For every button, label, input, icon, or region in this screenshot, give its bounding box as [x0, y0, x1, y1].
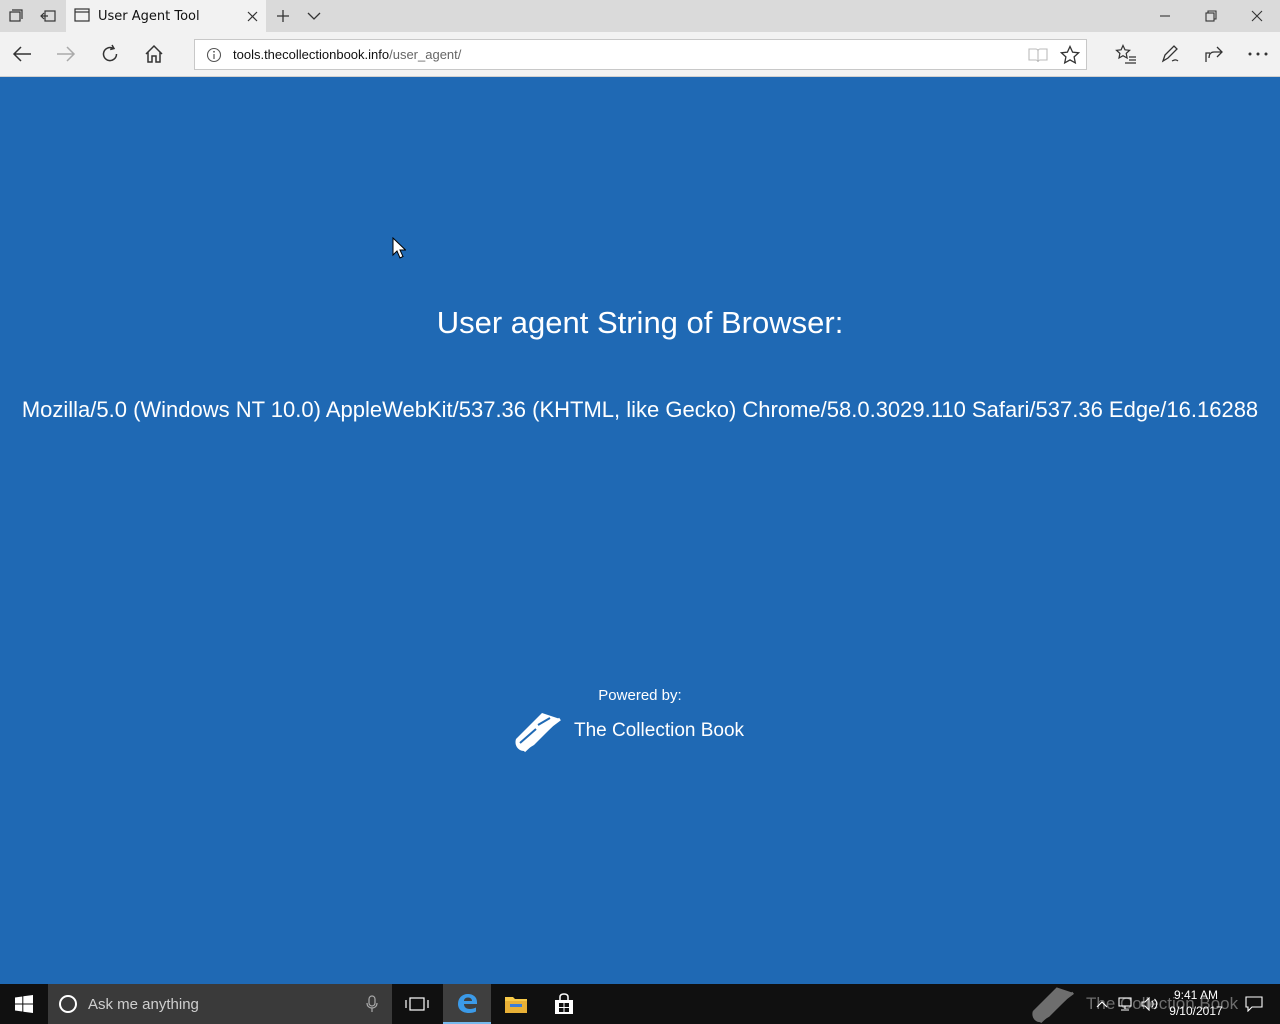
- cortana-circle-icon: [58, 994, 78, 1014]
- edge-icon[interactable]: [443, 984, 491, 1024]
- cortana-search-box[interactable]: Ask me anything: [48, 984, 392, 1024]
- refresh-icon[interactable]: [88, 32, 132, 76]
- set-aside-tabs-icon[interactable]: [32, 0, 64, 32]
- clock-date: 9/10/2017: [1169, 1004, 1223, 1018]
- restore-icon[interactable]: [1188, 0, 1234, 32]
- network-icon[interactable]: [1114, 984, 1136, 1024]
- new-tab-icon[interactable]: [267, 0, 299, 32]
- tab-title: User Agent Tool: [98, 8, 200, 24]
- volume-icon[interactable]: [1138, 984, 1162, 1024]
- task-view-icon[interactable]: [394, 984, 440, 1024]
- file-explorer-icon[interactable]: [492, 984, 540, 1024]
- home-icon[interactable]: [132, 32, 176, 76]
- tab-bar: User Agent Tool: [0, 0, 1280, 32]
- page-content: User agent String of Browser: Mozilla/5.…: [0, 77, 1280, 984]
- tab-preview-chevron-icon[interactable]: [298, 0, 330, 32]
- back-arrow-icon[interactable]: [0, 32, 44, 76]
- url-path: /user_agent/: [389, 47, 462, 62]
- minimize-icon[interactable]: [1142, 0, 1188, 32]
- close-tab-icon[interactable]: [238, 0, 266, 32]
- page-heading: User agent String of Browser:: [436, 305, 844, 340]
- tab-user-agent-tool[interactable]: User Agent Tool: [66, 0, 266, 32]
- url-domain: tools.thecollectionbook.info: [233, 47, 390, 62]
- user-agent-string: Mozilla/5.0 (Windows NT 10.0) AppleWebKi…: [21, 397, 1259, 422]
- brand-link[interactable]: The Collection Book: [512, 705, 744, 757]
- clock-time: 9:41 AM: [1173, 988, 1219, 1002]
- reading-view-icon[interactable]: [1022, 40, 1054, 69]
- watermark-book-icon: [1028, 980, 1078, 1024]
- address-bar[interactable]: tools.thecollectionbook.info/user_agent/: [194, 39, 1087, 70]
- site-info-icon[interactable]: [195, 47, 233, 63]
- tab-set-aside-list-icon[interactable]: [0, 0, 32, 32]
- favorites-hub-icon[interactable]: [1104, 32, 1148, 76]
- brand-name: The Collection Book: [574, 720, 745, 741]
- forward-arrow-icon[interactable]: [44, 32, 88, 76]
- more-options-icon[interactable]: [1236, 32, 1280, 76]
- url-text[interactable]: tools.thecollectionbook.info/user_agent/: [233, 47, 1022, 62]
- powered-by-label: Powered by:: [598, 687, 682, 704]
- favorite-star-icon[interactable]: [1054, 40, 1086, 69]
- page-icon: [74, 7, 90, 26]
- share-icon[interactable]: [1192, 32, 1236, 76]
- system-clock[interactable]: 9:41 AM 9/10/2017: [1166, 987, 1226, 1019]
- store-icon[interactable]: [540, 984, 588, 1024]
- show-hidden-icons-chevron-icon[interactable]: [1092, 984, 1112, 1024]
- navigation-bar: tools.thecollectionbook.info/user_agent/: [0, 32, 1280, 77]
- microphone-icon[interactable]: [352, 995, 392, 1013]
- taskbar: Ask me anything The Collection Book 9:41…: [0, 984, 1280, 1024]
- search-placeholder: Ask me anything: [88, 995, 199, 1013]
- windows-start-icon[interactable]: [0, 984, 48, 1024]
- close-window-icon[interactable]: [1234, 0, 1280, 32]
- action-center-icon[interactable]: [1234, 984, 1274, 1024]
- mouse-pointer-icon: [392, 236, 407, 263]
- book-logo-icon: [512, 705, 564, 757]
- web-note-pen-icon[interactable]: [1148, 32, 1192, 76]
